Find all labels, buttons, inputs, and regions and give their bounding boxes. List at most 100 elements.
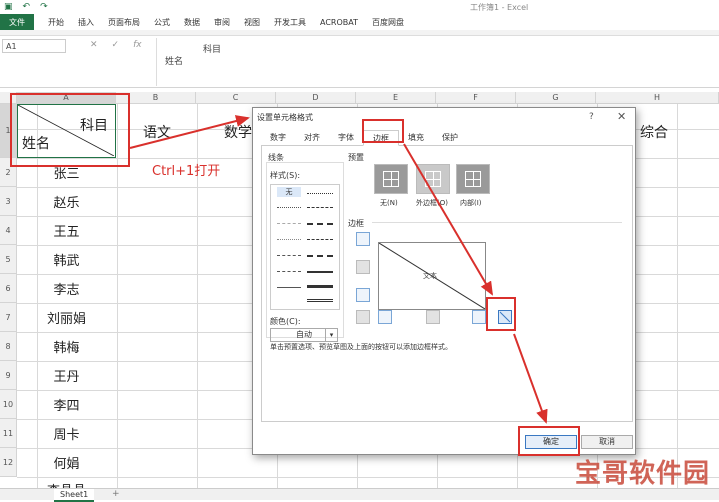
cancel-button[interactable]: 取消 — [581, 435, 633, 449]
tab-view[interactable]: 视图 — [244, 17, 260, 28]
name-box[interactable]: A1 — [2, 39, 66, 53]
line-style-option[interactable] — [307, 271, 333, 273]
tab-acrobat[interactable]: ACROBAT — [320, 18, 358, 27]
name-cell[interactable]: 李志 — [17, 279, 116, 298]
header-math: 数学 — [224, 125, 252, 141]
line-style-option[interactable] — [277, 239, 301, 240]
tab-page-layout[interactable]: 页面布局 — [108, 17, 140, 28]
preset-inside-button[interactable] — [456, 164, 490, 194]
dialog-tabs: 数字 对齐 字体 边框 填充 保护 — [261, 130, 633, 146]
row-header-6[interactable]: 6 — [0, 274, 17, 303]
row-header-12[interactable]: 12 — [0, 448, 17, 477]
border-center-button[interactable] — [426, 310, 440, 324]
annotation-diagonal-highlight — [486, 297, 516, 331]
quick-access-toolbar: ▣ ↶ ↷ — [4, 2, 48, 12]
help-icon[interactable]: ? — [589, 112, 594, 122]
tab-alignment[interactable]: 对齐 — [295, 130, 329, 146]
row-header-5[interactable]: 5 — [0, 245, 17, 274]
file-tab[interactable]: 文件 — [0, 14, 34, 30]
window-title: 工作簿1 - Excel — [470, 3, 529, 12]
line-style-option[interactable] — [277, 271, 301, 272]
line-style-list[interactable]: 无 — [270, 184, 340, 310]
line-style-option[interactable] — [307, 255, 333, 257]
annotation-a1-highlight — [10, 93, 130, 167]
title-bar: ▣ ↶ ↷ 工作簿1 - Excel — [0, 0, 719, 14]
color-select[interactable]: 自动 ▾ — [270, 328, 338, 342]
name-cell[interactable]: 赵乐 — [17, 192, 116, 211]
tab-review[interactable]: 审阅 — [214, 17, 230, 28]
row-header-9[interactable]: 9 — [0, 361, 17, 390]
line-style-option[interactable] — [277, 207, 301, 208]
column-header-h[interactable]: H — [596, 92, 719, 104]
line-style-option[interactable] — [277, 223, 301, 224]
tab-home[interactable]: 开始 — [48, 17, 64, 28]
preset-outline-button[interactable] — [416, 164, 450, 194]
column-header-d[interactable]: D — [276, 92, 356, 104]
line-style-option[interactable] — [307, 223, 333, 225]
border-left-button[interactable] — [378, 310, 392, 324]
fx-icon[interactable]: fx — [133, 40, 142, 50]
name-cell[interactable]: 韩梅 — [17, 337, 116, 356]
line-style-option[interactable] — [307, 239, 333, 240]
header-chinese: 语文 — [143, 125, 171, 141]
preset-none-button[interactable] — [374, 164, 408, 194]
tab-developer[interactable]: 开发工具 — [274, 17, 306, 28]
line-style-option[interactable] — [307, 207, 333, 208]
line-style-option[interactable] — [307, 285, 333, 288]
cancel-icon[interactable]: ✕ — [90, 40, 98, 50]
sheet-tab-sheet1[interactable]: Sheet1 — [54, 489, 95, 502]
row-header-11[interactable]: 11 — [0, 419, 17, 448]
row-header-8[interactable]: 8 — [0, 332, 17, 361]
tab-fill[interactable]: 填充 — [399, 130, 433, 146]
line-style-none[interactable]: 无 — [277, 187, 301, 197]
row-header-7[interactable]: 7 — [0, 303, 17, 332]
name-cell[interactable]: 李晶晶 — [17, 480, 116, 488]
redo-icon[interactable]: ↷ — [40, 2, 48, 12]
row-header-10[interactable]: 10 — [0, 390, 17, 419]
row-header-3[interactable]: 3 — [0, 187, 17, 216]
line-style-option[interactable] — [277, 287, 301, 288]
undo-icon[interactable]: ↶ — [23, 2, 31, 12]
column-header-c[interactable]: C — [196, 92, 276, 104]
formula-input[interactable]: 科目 姓名 — [156, 38, 716, 86]
preset-inside-icon — [465, 171, 481, 187]
name-cell[interactable]: 何娟 — [17, 453, 116, 472]
line-style-option[interactable] — [277, 255, 301, 256]
tab-data[interactable]: 数据 — [184, 17, 200, 28]
border-right-button[interactable] — [472, 310, 486, 324]
column-header-f[interactable]: F — [436, 92, 516, 104]
tab-font[interactable]: 字体 — [329, 130, 363, 146]
tab-baidu[interactable]: 百度网盘 — [372, 17, 404, 28]
line-style-option[interactable] — [307, 299, 333, 302]
tab-insert[interactable]: 插入 — [78, 17, 94, 28]
column-header-g[interactable]: G — [516, 92, 596, 104]
tab-formulas[interactable]: 公式 — [154, 17, 170, 28]
border-group-label: 边框 — [348, 219, 364, 228]
name-cell[interactable]: 李四 — [17, 395, 116, 414]
enter-icon[interactable]: ✓ — [112, 40, 120, 50]
name-cell[interactable]: 周卡 — [17, 424, 116, 443]
add-sheet-icon[interactable]: + — [112, 489, 120, 499]
color-label: 颜色(C): — [270, 317, 301, 326]
name-cell[interactable]: 刘丽娟 — [17, 308, 116, 327]
formula-line-2: 姓名 — [165, 57, 184, 67]
color-select-value: 自动 — [296, 330, 312, 339]
name-cell[interactable]: 韩武 — [17, 250, 116, 269]
row-header-4[interactable]: 4 — [0, 216, 17, 245]
annotation-ok-highlight — [518, 426, 580, 456]
preset-group-label: 预置 — [348, 153, 364, 162]
name-cell[interactable]: 王丹 — [17, 366, 116, 385]
border-diagonal-up-button[interactable] — [356, 310, 370, 324]
tab-number[interactable]: 数字 — [261, 130, 295, 146]
border-bottom-button[interactable] — [356, 288, 370, 302]
name-cell[interactable]: 王五 — [17, 221, 116, 240]
annotation-shortcut: Ctrl+1打开 — [152, 164, 221, 179]
tab-protection[interactable]: 保护 — [433, 130, 467, 146]
save-icon[interactable]: ▣ — [4, 2, 13, 12]
border-middle-button[interactable] — [356, 260, 370, 274]
border-top-button[interactable] — [356, 232, 370, 246]
close-icon[interactable]: ✕ — [617, 110, 626, 123]
column-header-e[interactable]: E — [356, 92, 436, 104]
border-preview[interactable]: 文本 — [378, 242, 486, 310]
line-style-option[interactable] — [307, 193, 333, 194]
